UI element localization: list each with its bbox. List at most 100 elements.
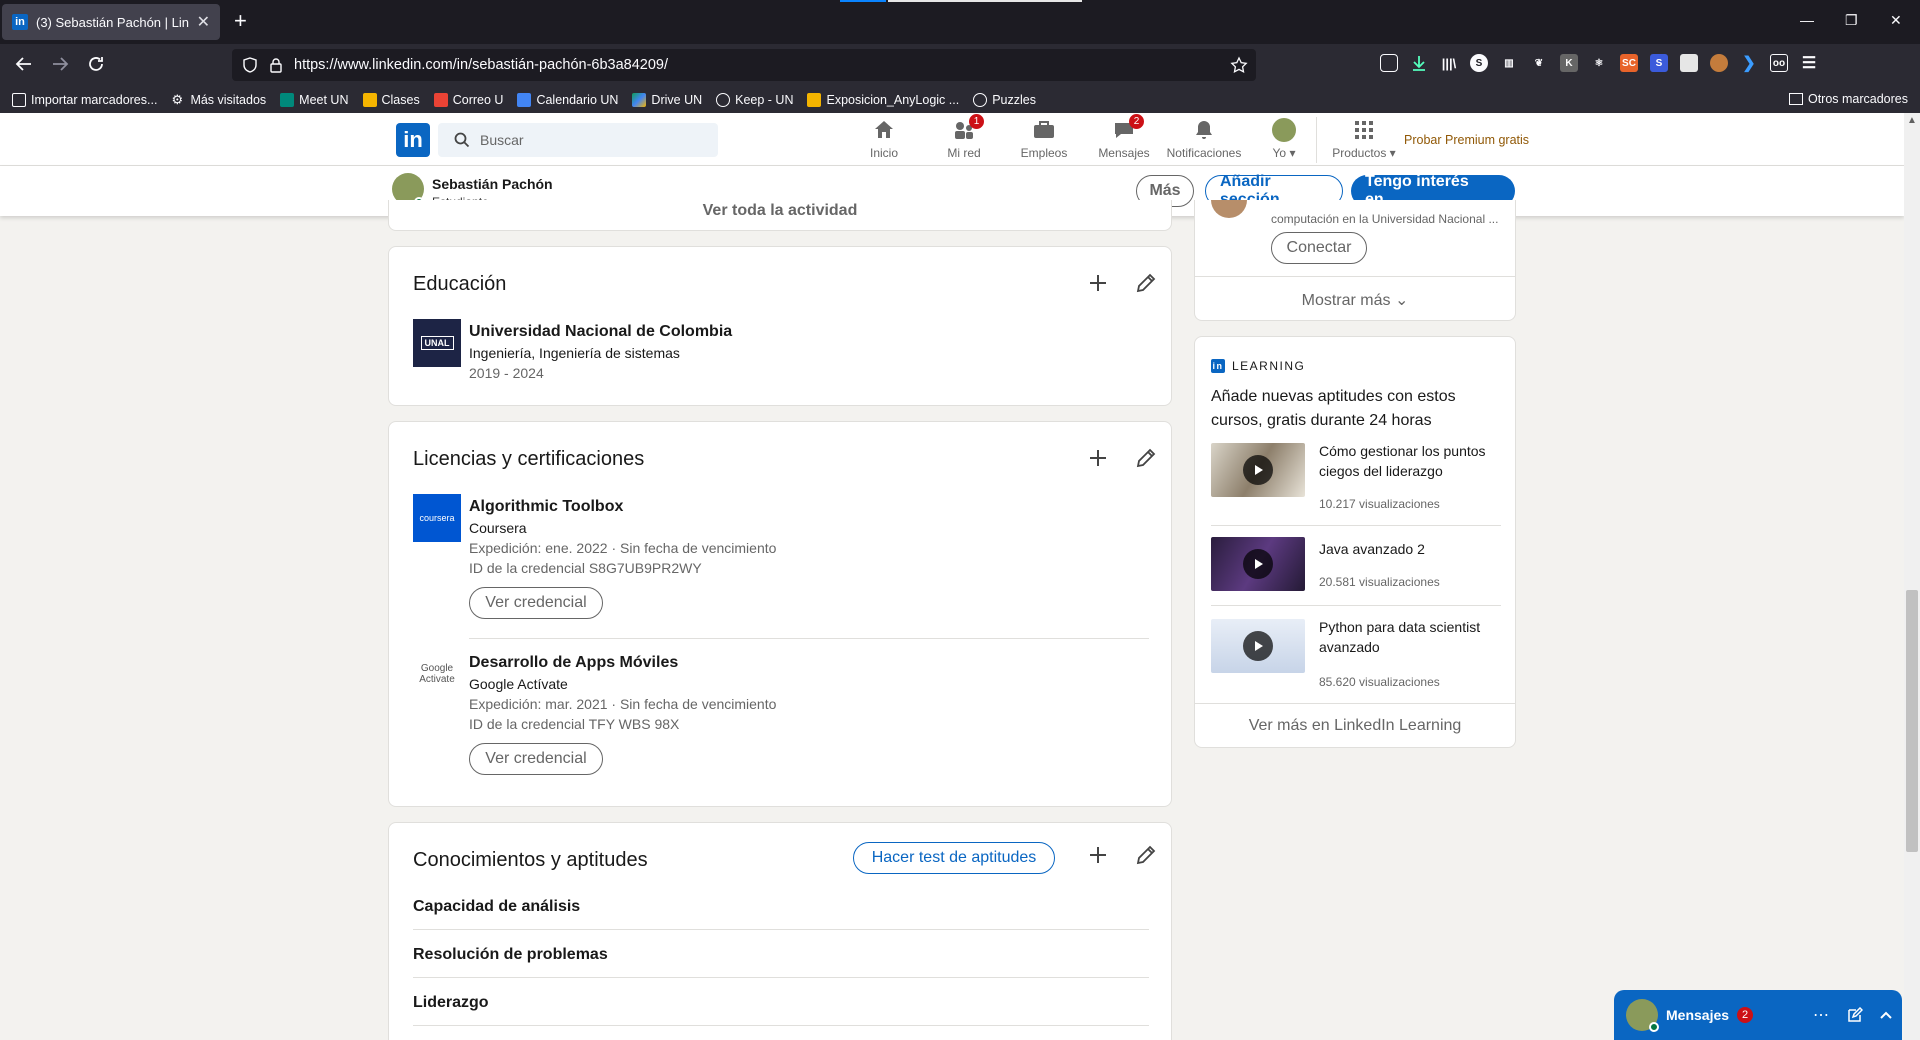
bookmark-item[interactable]: Exposicion_AnyLogic ... <box>807 92 959 107</box>
bookmark-item[interactable]: Puzzles <box>973 92 1036 107</box>
nav-products[interactable]: Productos ▾ <box>1324 116 1404 160</box>
shield-icon[interactable] <box>242 57 258 73</box>
close-tab-icon[interactable]: ✕ <box>197 12 210 32</box>
course-title[interactable]: Python para data scientist avanzado <box>1319 617 1489 657</box>
skill-test-button[interactable]: Hacer test de aptitudes <box>853 842 1055 874</box>
lock-icon[interactable] <box>268 57 284 73</box>
menu-icon[interactable]: ☰ <box>1800 54 1818 72</box>
add-icon[interactable] <box>1086 446 1110 470</box>
see-all-activity-link[interactable]: Ver toda la actividad <box>389 202 1171 220</box>
see-credential-button[interactable]: Ver credencial <box>469 587 603 619</box>
search-input[interactable]: Buscar <box>438 123 718 157</box>
person-headline: computación en la Universidad Nacional .… <box>1271 212 1499 226</box>
back-button[interactable] <box>14 54 34 74</box>
show-more-link[interactable]: Mostrar más ⌄ <box>1195 290 1515 310</box>
extension-k-icon[interactable]: K <box>1560 54 1578 72</box>
pocket-icon[interactable] <box>1380 54 1398 72</box>
bookmark-item[interactable]: Drive UN <box>632 92 702 107</box>
extension-doc-icon[interactable] <box>1680 54 1698 72</box>
page-scrollbar[interactable]: ▲ <box>1904 113 1920 1040</box>
chevron-down-icon: ▾ <box>1389 146 1396 160</box>
coursera-logo[interactable]: coursera <box>413 494 461 542</box>
divider <box>469 638 1149 639</box>
scrollbar-thumb[interactable] <box>1906 590 1918 852</box>
bookmark-item[interactable]: Keep - UN <box>716 92 793 107</box>
library-icon[interactable]: |||\ <box>1440 54 1458 72</box>
skill-item[interactable]: Capacidad de análisis <box>413 898 580 916</box>
course-title[interactable]: Java avanzado 2 <box>1319 539 1489 559</box>
bookmark-item[interactable]: Calendario UN <box>517 92 618 107</box>
add-icon[interactable] <box>1086 271 1110 295</box>
extension-react-icon[interactable]: ⚛ <box>1590 54 1608 72</box>
course-thumbnail[interactable] <box>1211 537 1305 591</box>
close-window-button[interactable]: ✕ <box>1890 12 1902 29</box>
certification-name[interactable]: Desarrollo de Apps Móviles <box>469 654 678 672</box>
network-icon: 1 <box>952 114 984 142</box>
avatar <box>1626 999 1659 1032</box>
reload-button[interactable] <box>86 54 106 74</box>
extension-glasses-icon[interactable]: oo <box>1770 54 1788 72</box>
extension-arrow-icon[interactable]: ❯ <box>1740 54 1758 72</box>
extension-sc-icon[interactable]: SC <box>1620 54 1638 72</box>
extension-face-icon[interactable] <box>1710 54 1728 72</box>
nav-jobs[interactable]: Empleos <box>1004 116 1084 160</box>
skill-item[interactable]: Resolución de problemas <box>413 946 608 964</box>
section-title: Licencias y certificaciones <box>413 448 645 470</box>
edit-pencil-icon[interactable] <box>1134 843 1158 867</box>
downloads-icon[interactable] <box>1410 54 1428 72</box>
search-icon <box>454 132 480 148</box>
premium-link[interactable]: Probar Premium gratis <box>1404 133 1529 147</box>
profile-name: Sebastián Pachón <box>432 176 553 192</box>
nav-my-network[interactable]: 1 Mi red <box>924 114 1004 160</box>
issuer: Google Actívate <box>469 676 568 692</box>
scroll-up-arrow-icon[interactable]: ▲ <box>1907 115 1917 126</box>
edit-pencil-icon[interactable] <box>1134 271 1158 295</box>
minimize-window-button[interactable]: — <box>1800 12 1814 28</box>
course-thumbnail[interactable] <box>1211 619 1305 673</box>
edit-pencil-icon[interactable] <box>1134 446 1158 470</box>
slides-icon <box>807 92 822 107</box>
other-bookmarks[interactable]: Otros marcadores <box>1788 92 1908 106</box>
unal-logo[interactable]: UNAL <box>413 319 461 367</box>
bookmark-item[interactable]: Correo U <box>433 92 503 107</box>
chevron-up-icon[interactable] <box>1879 1008 1893 1022</box>
restore-window-button[interactable]: ❐ <box>1845 12 1858 29</box>
nav-notifications[interactable]: Notificaciones <box>1164 116 1244 160</box>
more-options-icon[interactable]: ⋯ <box>1813 1005 1829 1025</box>
extension-bars-icon[interactable]: ▥ <box>1500 54 1518 72</box>
skill-item[interactable]: Liderazgo <box>413 994 489 1012</box>
browser-tab-linkedin[interactable]: in (3) Sebastián Pachón | LinkedIn ✕ <box>2 4 220 40</box>
extension-s-icon[interactable]: S <box>1470 54 1488 72</box>
loading-indicator-track <box>888 0 1082 2</box>
google-activate-logo[interactable]: Google Activate <box>413 650 461 698</box>
certification-name[interactable]: Algorithmic Toolbox <box>469 498 623 516</box>
nav-me[interactable]: Yo ▾ <box>1244 116 1324 160</box>
forward-button[interactable] <box>50 54 70 74</box>
see-credential-button[interactable]: Ver credencial <box>469 743 603 775</box>
school-name[interactable]: Universidad Nacional de Colombia <box>469 323 732 341</box>
extension-leaf-icon[interactable]: ❦ <box>1530 54 1548 72</box>
linkedin-logo[interactable]: in <box>396 123 430 157</box>
messaging-overlay[interactable]: Mensajes 2 ⋯ <box>1614 990 1902 1040</box>
compose-icon[interactable] <box>1847 1007 1864 1023</box>
add-icon[interactable] <box>1086 843 1110 867</box>
section-title: Educación <box>413 273 507 295</box>
import-icon <box>12 92 26 107</box>
classroom-icon <box>362 92 377 107</box>
messaging-label: Mensajes <box>1666 1007 1730 1023</box>
see-more-learning-link[interactable]: Ver más en LinkedIn Learning <box>1195 717 1515 735</box>
bookmark-item[interactable]: Meet UN <box>280 92 349 107</box>
new-tab-button[interactable]: + <box>234 10 247 32</box>
bookmark-item[interactable]: Importar marcadores... <box>12 92 157 107</box>
nav-messaging[interactable]: 2 Mensajes <box>1084 114 1164 160</box>
extension-badge-icon[interactable]: S <box>1650 54 1668 72</box>
url-bar[interactable]: https://www.linkedin.com/in/sebastián-pa… <box>232 49 1256 81</box>
bookmark-star-icon[interactable] <box>1230 56 1248 74</box>
bookmark-item[interactable]: Clases <box>362 92 420 107</box>
course-title[interactable]: Cómo gestionar los puntos ciegos del lid… <box>1319 441 1489 481</box>
nav-home[interactable]: Inicio <box>844 116 924 160</box>
course-thumbnail[interactable] <box>1211 443 1305 497</box>
folder-icon <box>1788 93 1803 105</box>
connect-button[interactable]: Conectar <box>1271 232 1367 264</box>
bookmark-item[interactable]: ⚙ Más visitados <box>171 92 266 107</box>
